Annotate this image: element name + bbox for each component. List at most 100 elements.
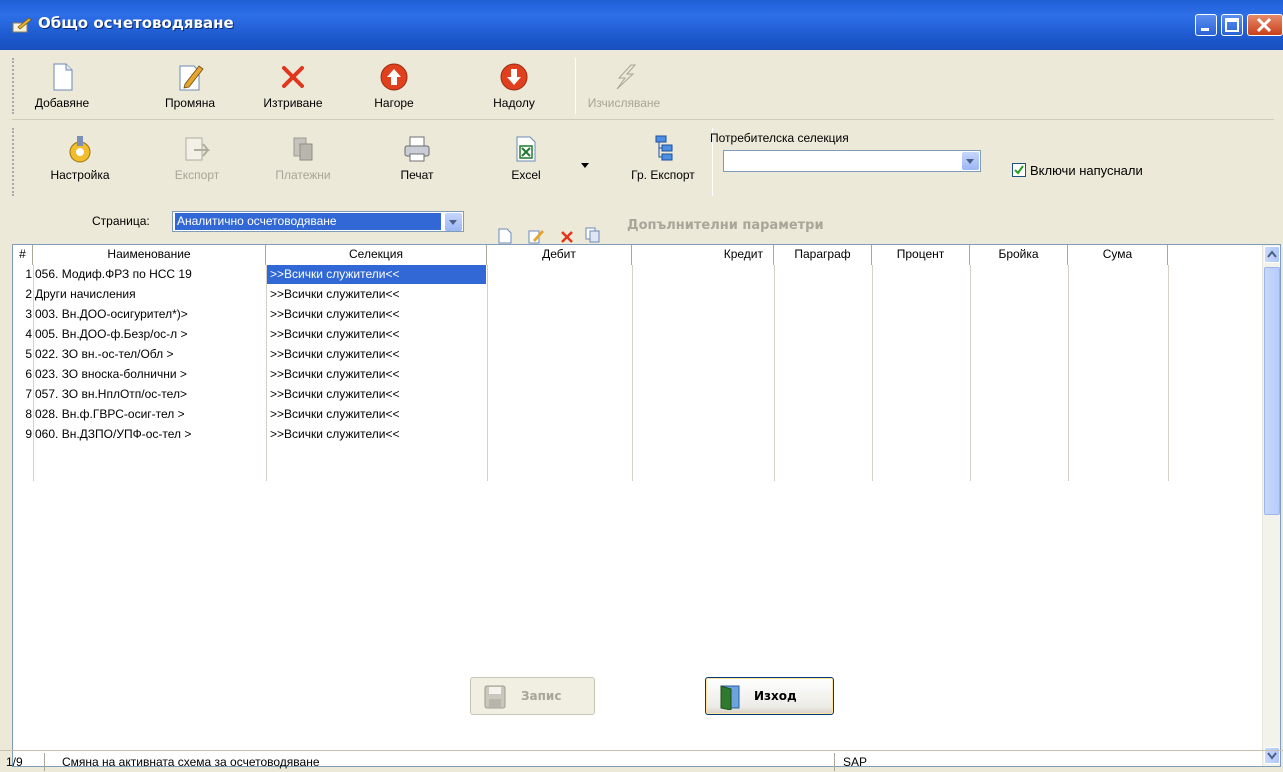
row-name: 060. Вн.ДЗПО/УПФ-ос-тел >	[35, 427, 192, 441]
row-name: 005. Вн.ДОО-ф.Безр/ос-л >	[35, 327, 188, 341]
row-selection[interactable]: >>Всички служители<<	[267, 265, 486, 284]
row-number: 5	[25, 347, 32, 361]
floppy-disk-icon	[484, 685, 506, 709]
row-name: 003. Вн.ДОО-осигурител*)>	[35, 307, 188, 321]
payments-button[interactable]: Платежни	[268, 134, 338, 182]
table-row[interactable]: 9 060. Вн.ДЗПО/УПФ-ос-тел > >>Всички служи…	[13, 425, 491, 445]
row-number: 7	[25, 387, 32, 401]
grid-line	[774, 265, 775, 481]
export-icon	[185, 137, 211, 161]
exit-button[interactable]: Изход	[705, 677, 834, 715]
edit-button[interactable]: Промяна	[157, 62, 223, 110]
printer-icon	[404, 136, 430, 162]
minimize-button[interactable]	[1195, 14, 1217, 36]
grid-line	[872, 265, 873, 481]
status-message: Смяна на активната схема за осчетоводява…	[62, 755, 320, 769]
main-window: Общо осчетоводяване Добавяне Промяна Изт…	[0, 0, 1283, 772]
grid-line	[632, 265, 633, 481]
table-row[interactable]: 7 057. ЗО вн.НплОтп/ос-тел> >>Всички служи…	[13, 385, 491, 405]
copy-page-icon[interactable]	[585, 227, 601, 243]
user-selection-combo[interactable]	[723, 150, 981, 172]
settings-button[interactable]: Настройка	[42, 134, 118, 182]
row-selection[interactable]: >>Всички служители<<	[267, 405, 486, 424]
table-row[interactable]: 4 005. Вн.ДОО-ф.Безр/ос-л > >>Всички служи…	[13, 325, 491, 345]
toolbar-separator	[575, 58, 576, 114]
toolbar-grip[interactable]	[12, 128, 16, 196]
page-combo[interactable]: Аналитично осчетоводяване	[172, 211, 464, 232]
excel-button[interactable]: Excel	[498, 134, 554, 182]
include-dismissed-label[interactable]: Включи напуснали	[1030, 163, 1143, 178]
group-export-button[interactable]: Гр. Експорт	[617, 134, 709, 182]
user-selection-label: Потребителска селекция	[710, 131, 849, 145]
new-page-icon[interactable]	[498, 228, 512, 244]
toolbar-grip[interactable]	[12, 58, 16, 114]
row-selection[interactable]: >>Всички служители<<	[267, 385, 486, 404]
row-selection[interactable]: >>Всички служители<<	[267, 325, 486, 344]
col-header-percent[interactable]: Процент	[872, 245, 970, 265]
col-header-paragraph[interactable]: Параграф	[774, 245, 872, 265]
arrow-up-circle-icon	[380, 63, 408, 91]
table-row[interactable]: 1 056. Модиф.ФРЗ по НСС 19 >>Всички служит…	[13, 265, 491, 285]
row-number: 9	[25, 427, 32, 441]
page-label: Страница:	[92, 214, 150, 228]
status-bar: 1/9 Смяна на активната схема за осчетово…	[0, 750, 1283, 772]
payments-icon	[293, 137, 313, 161]
move-up-button[interactable]: Нагоре	[364, 62, 424, 110]
row-number: 1	[25, 267, 32, 281]
col-header-name[interactable]: Наименование	[33, 245, 266, 265]
scroll-thumb[interactable]	[1264, 267, 1280, 515]
delete-page-icon[interactable]	[560, 230, 574, 244]
page-combo-value: Аналитично осчетоводяване	[175, 213, 441, 230]
col-header-num[interactable]: #	[13, 245, 33, 265]
toolbar-actions: Настройка Експорт Платежни Печат Excel Г…	[12, 122, 1274, 204]
delete-button[interactable]: Изтриване	[258, 62, 328, 110]
edit-pencil-icon	[179, 65, 204, 91]
close-button[interactable]	[1247, 14, 1283, 36]
col-header-credit[interactable]: Кредит	[632, 245, 774, 265]
calculate-button[interactable]: Изчисляване	[584, 62, 664, 110]
print-button[interactable]: Печат	[389, 134, 445, 182]
row-number: 3	[25, 307, 32, 321]
col-header-selection[interactable]: Селекция	[266, 245, 487, 265]
grid-line	[970, 265, 971, 481]
maximize-button[interactable]	[1221, 14, 1243, 36]
excel-icon	[516, 136, 536, 162]
accounting-grid[interactable]: # Наименование Селекция Дебит Кредит Пар…	[12, 244, 1281, 767]
minimize-icon	[1201, 28, 1209, 31]
col-header-sum[interactable]: Сума	[1068, 245, 1168, 265]
row-number: 8	[25, 407, 32, 421]
move-down-button[interactable]: Надолу	[484, 62, 544, 110]
table-row[interactable]: 5 022. ЗО вн.-ос-тел/Обл > >>Всички служит…	[13, 345, 491, 365]
row-name: 056. Модиф.ФРЗ по НСС 19	[35, 267, 192, 281]
table-row[interactable]: 2 Други начисления >>Всички служители<<	[13, 285, 491, 305]
edit-page-icon[interactable]	[528, 228, 544, 244]
row-number: 4	[25, 327, 32, 341]
toolbar-edit: Добавяне Промяна Изтриване Нагоре Надолу…	[12, 52, 1274, 120]
col-header-debit[interactable]: Дебит	[487, 245, 632, 265]
add-button[interactable]: Добавяне	[32, 62, 92, 110]
row-number: 6	[25, 367, 32, 381]
checkmark-icon	[1014, 165, 1024, 175]
row-selection[interactable]: >>Всички служители<<	[267, 425, 486, 444]
excel-dropdown-button[interactable]	[578, 158, 592, 172]
row-selection[interactable]: >>Всички служители<<	[267, 345, 486, 364]
row-selection[interactable]: >>Всички служители<<	[267, 305, 486, 324]
vertical-scrollbar[interactable]	[1262, 245, 1280, 766]
row-name: 023. ЗО вноска-болнични >	[35, 367, 187, 381]
chevron-down-icon[interactable]	[445, 213, 462, 231]
col-header-count[interactable]: Бройка	[970, 245, 1068, 265]
extra-params-link[interactable]: Допълнителни параметри	[627, 218, 824, 233]
title-bar[interactable]: Общо осчетоводяване	[0, 0, 1283, 50]
chevron-down-icon[interactable]	[962, 152, 979, 170]
row-name: Други начисления	[35, 287, 136, 301]
row-selection[interactable]: >>Всички служители<<	[267, 285, 486, 304]
table-row[interactable]: 3 003. Вн.ДОО-осигурител*)> >>Всички служи…	[13, 305, 491, 325]
row-name: 022. ЗО вн.-ос-тел/Обл >	[35, 347, 174, 361]
table-row[interactable]: 8 028. Вн.ф.ГВРС-осиг-тел > >>Всички служи…	[13, 405, 491, 425]
include-dismissed-checkbox[interactable]	[1012, 163, 1026, 177]
table-row[interactable]: 6 023. ЗО вноска-болнични > >>Всички служи…	[13, 365, 491, 385]
save-button[interactable]: Запис	[470, 677, 595, 715]
export-button[interactable]: Експорт	[167, 134, 227, 182]
row-selection[interactable]: >>Всички служители<<	[267, 365, 486, 384]
scroll-up-button[interactable]	[1264, 246, 1280, 263]
